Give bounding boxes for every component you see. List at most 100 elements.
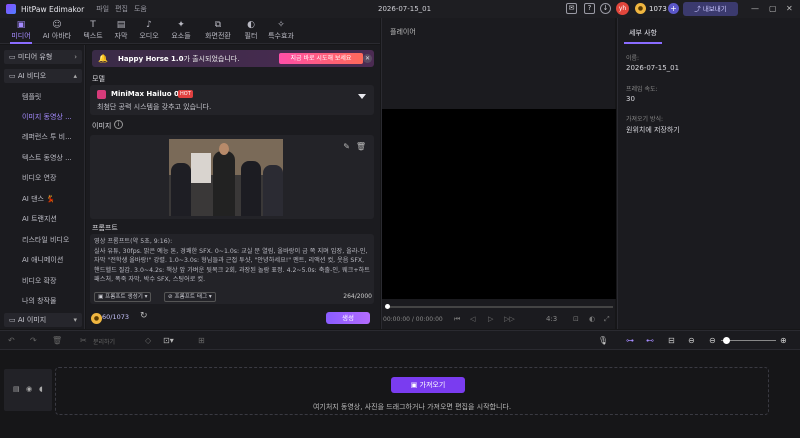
try-now-button[interactable]: 지금 바로 시도해 보세요 [279, 53, 363, 64]
image-label: 이미지 [92, 122, 112, 130]
delete-icon[interactable]: 🗑 [52, 336, 62, 345]
snap-icon[interactable]: ⊷ [646, 336, 654, 345]
sidebar-item-template[interactable]: 템플릿 [22, 92, 41, 102]
tab-transition[interactable]: ⧉ 화면전환 [200, 20, 236, 42]
hot-badge: HOT [178, 90, 193, 98]
play-icon[interactable]: ▷ [488, 315, 493, 323]
sidebar-item-video-extend[interactable]: 비디오 연장 [22, 173, 56, 183]
sidebar-item-ai-animation[interactable]: AI 애니메이션 [22, 255, 63, 265]
edit-image-icon[interactable]: ✎ [343, 142, 350, 151]
title-bar: HitPaw Edimakor 파일 편집 도움 2026-07-15_01 ✉… [0, 0, 800, 18]
fullscreen-icon[interactable]: ⤢ [604, 315, 610, 324]
export-button[interactable]: ⤴ 내보내기 [683, 2, 738, 16]
tab-details[interactable]: 세부 사항 [624, 24, 662, 44]
sidebar-group-media-type[interactable]: ▭ 미디어 유형 › [4, 50, 82, 64]
split-icon[interactable]: ✂ [80, 336, 87, 345]
zoom-in-icon[interactable]: ⊕ [780, 336, 787, 345]
tab-effects[interactable]: ✧ 특수효과 [264, 20, 298, 42]
prompt-input[interactable]: 영상 프롬프트(약 5초, 9:16): 실사 유튜, 30fps. 밝은 예능… [90, 234, 374, 304]
import-button[interactable]: ▣ 가져오기 [391, 377, 465, 393]
import-label: 가져오기 [419, 381, 446, 389]
generation-panel: 🔔 Happy Horse 1.0가 출시되었습니다. 지금 바로 시도해 보세… [86, 45, 380, 329]
info-icon[interactable]: ? [584, 3, 595, 14]
menu-file[interactable]: 파일 [96, 4, 109, 14]
rewind-icon[interactable]: ◁ [470, 315, 475, 323]
app-name: HitPaw Edimakor [21, 4, 85, 14]
tab-audio[interactable]: ♪ 오디오 [134, 20, 164, 42]
model-selector[interactable]: MiniMax Hailuo 02 HOT 최첨단 공력 시스템을 갖추고 있습… [90, 85, 374, 115]
split-label[interactable]: 분리하기 [93, 337, 115, 346]
generate-button[interactable]: 생성 [326, 312, 370, 324]
detail-import-key: 가져오기 방식: [626, 116, 664, 123]
ai-image-icon: ▭ [9, 316, 18, 324]
menu-edit[interactable]: 편집 [115, 4, 128, 14]
sidebar-item-text-to-video[interactable]: 텍스트 동영상 ... [22, 153, 72, 163]
snapshot-icon[interactable]: ⊡ [573, 315, 579, 323]
sidebar-item-ai-dance[interactable]: AI 댄스 💃 [22, 194, 55, 204]
fit-icon[interactable]: ⊖ [688, 336, 695, 345]
prev-frame-icon[interactable]: ⏮ [454, 315, 460, 324]
export-label: 내보내기 [702, 5, 727, 13]
bell-icon: 🔔 [98, 54, 108, 63]
refresh-icon[interactable]: ↻ [140, 311, 148, 321]
prompt-generator-button[interactable]: ▣ 프롬프트 생성기 ▾ [94, 292, 152, 302]
redo-icon[interactable]: ↷ [30, 336, 37, 345]
sidebar-item-reference-video[interactable]: 레퍼런스 투 비... [22, 132, 72, 142]
download-icon[interactable]: ↓ [600, 3, 611, 14]
effects-icon: ✧ [277, 20, 285, 30]
video-preview[interactable] [382, 109, 616, 299]
freeze-icon[interactable]: ⊞ [198, 336, 205, 345]
elements-icon: ✦ [177, 20, 185, 30]
sidebar-item-video-expand[interactable]: 비디오 확장 [22, 276, 56, 286]
person-figure [171, 163, 191, 216]
zoom-out-icon[interactable]: ⊖ [709, 336, 716, 345]
prompt-text[interactable]: 영상 프롬프트(약 5초, 9:16): 실사 유튜, 30fps. 밝은 예능… [94, 237, 370, 285]
volume-icon[interactable]: ◐ [589, 315, 595, 323]
tab-filter[interactable]: ◐ 필터 [236, 20, 266, 42]
playback-scrubber[interactable] [385, 304, 613, 309]
sidebar-item-restyle-video[interactable]: 리스타일 비디오 [22, 235, 69, 245]
maximize-icon[interactable]: ▢ [769, 4, 777, 13]
zoom-slider-handle[interactable] [723, 337, 730, 344]
sidebar-group-ai-image[interactable]: ▭ AI 이미지 ▾ [4, 313, 82, 327]
crop-dropdown-icon[interactable]: ⊡▾ [163, 336, 174, 345]
prompt-tags-button[interactable]: ⊘ 프롬프트 태그 ▾ [164, 292, 216, 302]
mask-icon[interactable]: ◇ [145, 336, 151, 345]
model-name: MiniMax Hailuo 02 [111, 90, 184, 98]
info-icon[interactable]: i [114, 120, 123, 129]
link-icon[interactable]: ⊶ [626, 336, 634, 345]
sidebar-item-ai-transition[interactable]: AI 트랜지션 [22, 214, 57, 224]
menu-help[interactable]: 도움 [134, 4, 147, 14]
tab-elements[interactable]: ✦ 요소들 [166, 20, 196, 42]
text-icon: T [90, 20, 96, 30]
minimize-icon[interactable]: — [751, 4, 759, 13]
close-icon[interactable]: ✕ [786, 4, 793, 13]
mute-icon[interactable]: ◖ [39, 385, 43, 393]
feedback-icon[interactable]: ✉ [566, 3, 577, 14]
aspect-ratio[interactable]: 4:3 [546, 315, 557, 323]
tab-subtitle[interactable]: ▤ 자막 [106, 20, 136, 42]
add-credits-icon[interactable]: + [668, 3, 679, 14]
banner-title: Happy Horse 1.0 [117, 54, 184, 63]
avatar[interactable]: yh [616, 2, 629, 15]
track-icon[interactable]: ⊟ [668, 336, 675, 345]
tab-label: 화면전환 [205, 32, 231, 40]
sidebar-item-my-creations[interactable]: 나의 창작물 [22, 296, 56, 306]
forward-icon[interactable]: ▷▷ [504, 315, 515, 323]
tab-text[interactable]: T 텍스트 [78, 20, 108, 42]
visibility-icon[interactable]: ◉ [26, 385, 32, 393]
person-figure [241, 161, 261, 216]
credit-cost: 60/1073 [102, 313, 130, 321]
sidebar-item-image-to-video[interactable]: 이미지 동영상 ... [22, 112, 72, 122]
tab-media[interactable]: ▣ 미디어 [6, 20, 36, 44]
microphone-icon[interactable]: 🎙 [598, 336, 608, 345]
close-banner-icon[interactable]: ✕ [363, 54, 372, 63]
sidebar-group-ai-video[interactable]: ▭ AI 비디오 ▴ [4, 69, 82, 83]
delete-image-icon[interactable]: 🗑 [356, 142, 366, 151]
timeline-drop-zone[interactable]: ▣ 가져오기 여기처지 동영상, 사진을 드래그하거나 가져오면 편집을 시작합… [55, 367, 769, 415]
undo-icon[interactable]: ↶ [8, 336, 15, 345]
track-media-icon[interactable]: ▤ [13, 385, 20, 393]
image-upload-box[interactable]: ✎ 🗑 [90, 135, 374, 219]
group-label: AI 이미지 [17, 316, 47, 324]
tab-ai-avatar[interactable]: ☺ AI 아바타 [40, 20, 74, 42]
